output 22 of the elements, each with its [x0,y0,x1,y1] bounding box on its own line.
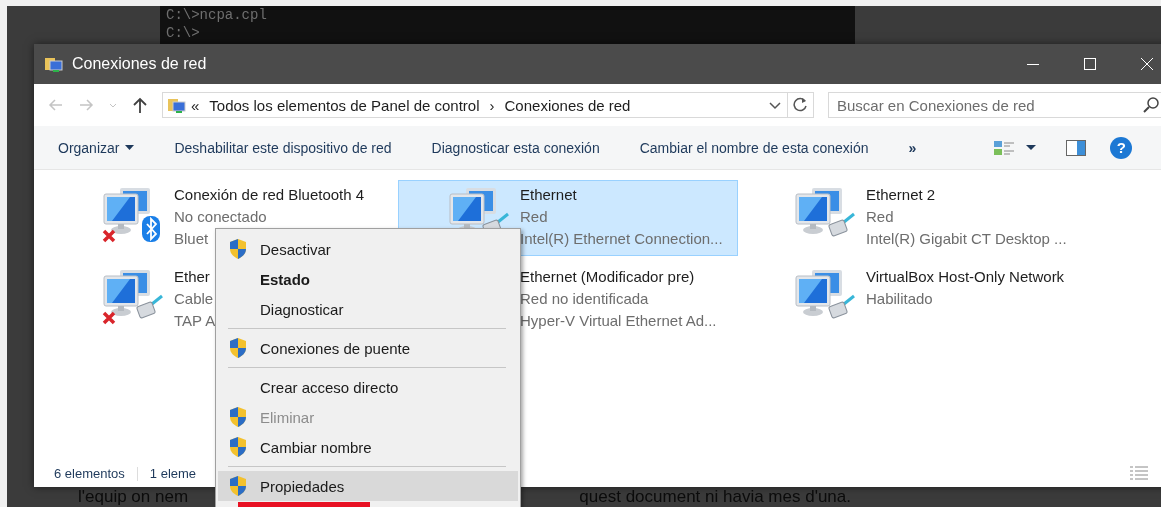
connection-name: Ether [174,267,210,287]
selection-count: 1 eleme [149,466,197,481]
connection-name: Ethernet (Modificador pre) [520,267,695,287]
device-name: Bluet [174,229,209,249]
connection-status: Red [520,207,548,227]
connection-status: Cable [174,289,214,309]
connection-name: Ethernet [520,185,577,205]
device-name: TAP A [174,311,216,331]
device-name: Intel(R) Gigabit CT Desktop ... [866,229,1067,249]
terminal-line: C:\>ncpa.cpl [166,6,268,24]
connection-status: Habilitado [866,289,933,309]
connection-name: Conexión de red Bluetooth 4 [174,185,365,205]
item-count: 6 elementos [54,466,125,481]
connection-status: Red [866,207,894,227]
connection-status: No conectado [174,207,267,227]
terminal-line: C:\> [166,24,201,42]
connection-name: Ethernet 2 [866,185,936,205]
connection-name: VirtualBox Host-Only Network [866,267,1065,287]
window-title: Conexiones de red [72,55,208,73]
connection-status: Red no identificada [520,289,649,309]
device-name: Hyper-V Virtual Ethernet Ad... [520,311,717,331]
device-name: Intel(R) Ethernet Connection... [520,229,723,249]
